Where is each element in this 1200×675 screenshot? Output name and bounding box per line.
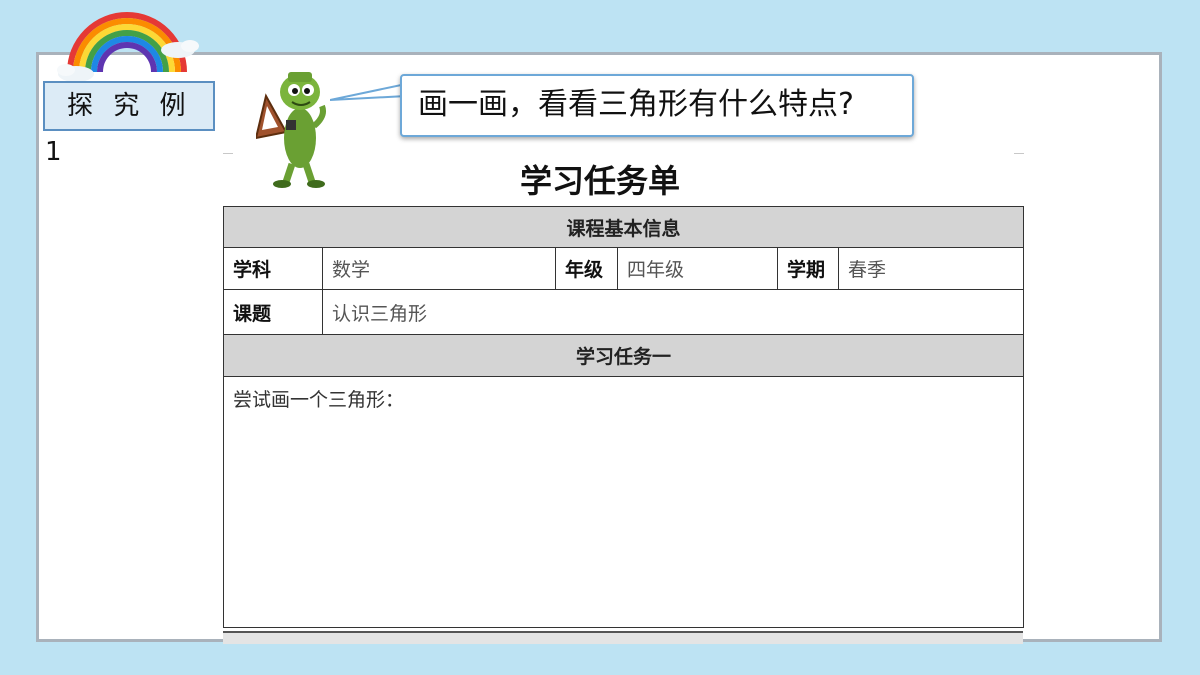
topic-value: 认识三角形	[321, 289, 1025, 335]
task-prompt: 尝试画一个三角形：	[233, 389, 405, 411]
section-header-basic: 课程基本信息	[222, 206, 1025, 248]
table-continuation-edge	[223, 631, 1023, 644]
subject-label: 学科	[223, 247, 323, 290]
task-sheet-table: 课程基本信息 学科 数学 年级 四年级 学期 春季 课题 认识三角形 学习任务一…	[222, 206, 1025, 628]
rainbow-icon	[57, 12, 199, 82]
speech-bubble-tail	[330, 82, 407, 101]
subject-value: 数学	[322, 247, 556, 290]
speech-bubble: 画一画，看看三角形有什么特点?	[400, 74, 914, 137]
term-value: 春季	[837, 247, 1025, 290]
page-corner-mark	[1014, 148, 1024, 154]
page-corner-mark	[223, 148, 233, 154]
grade-label: 年级	[555, 247, 618, 290]
section-header-task: 学习任务一	[222, 334, 1025, 377]
document-title: 学习任务单	[519, 162, 680, 200]
task-answer-area: 尝试画一个三角形：	[222, 376, 1025, 628]
pencil-mascot-icon	[256, 72, 326, 188]
term-label: 学期	[777, 247, 839, 290]
section-tag: 探 究 例1	[43, 81, 215, 167]
topic-label: 课题	[223, 289, 323, 335]
grade-value: 四年级	[617, 247, 778, 290]
